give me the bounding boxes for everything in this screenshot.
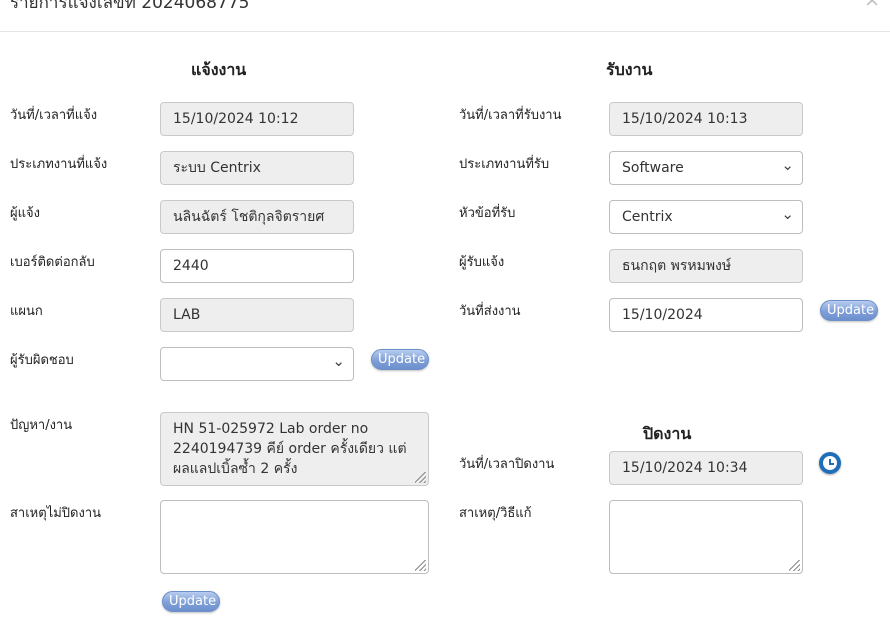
- clock-hand: [829, 463, 834, 465]
- unclosed-reason-update-button[interactable]: Update: [162, 591, 220, 612]
- receive-type-label: ประเภทงานที่รับ: [459, 157, 550, 172]
- receiver-field: ธนกฤต พรหมพงษ์: [609, 249, 803, 283]
- clock-icon[interactable]: [819, 452, 841, 474]
- resize-grip-icon[interactable]: [415, 472, 426, 483]
- report-type-field: ระบบ Centrix: [160, 151, 354, 185]
- reporter-field: นลินฉัตร์ โชติกุลจิตรายศ: [160, 200, 354, 234]
- resize-grip-icon[interactable]: [789, 560, 800, 571]
- modal-title: รายการแจ้งเลขที่ 2024068775: [10, 0, 250, 13]
- department-label: แผนก: [10, 304, 43, 319]
- receive-datetime-label: วันที่/เวลาที่รับงาน: [459, 108, 562, 123]
- problem-textarea[interactable]: HN 51-025972 Lab order no 2240194739 คีย…: [160, 412, 429, 486]
- receive-heading: รับงาน: [606, 60, 653, 79]
- topic-label: หัวข้อที่รับ: [459, 206, 516, 221]
- phone-input[interactable]: 2440: [160, 249, 354, 283]
- report-type-label: ประเภทงานที่แจ้ง: [10, 157, 108, 172]
- topic-value: Centrix: [622, 209, 673, 225]
- phone-label: เบอร์ติดต่อกลับ: [10, 255, 95, 270]
- close-datetime-field: 15/10/2024 10:34: [609, 451, 803, 485]
- unclosed-reason-label: สาเหตุไม่ปิดงาน: [10, 506, 102, 521]
- solution-label: สาเหตุ/วิธีแก้: [459, 506, 532, 521]
- solution-textarea[interactable]: [609, 500, 803, 574]
- close-icon[interactable]: ×: [864, 0, 880, 11]
- topic-select[interactable]: Centrix: [609, 200, 803, 234]
- report-heading: แจ้งงาน: [191, 60, 247, 79]
- problem-label: ปัญหา/งาน: [10, 418, 73, 433]
- problem-text: HN 51-025972 Lab order no 2240194739 คีย…: [173, 421, 407, 477]
- responsible-update-button[interactable]: Update: [371, 349, 429, 370]
- resize-grip-icon[interactable]: [415, 560, 426, 571]
- department-field: LAB: [160, 298, 354, 332]
- responsible-select[interactable]: [160, 347, 354, 381]
- send-date-label: วันที่ส่งงาน: [459, 304, 521, 319]
- receive-type-select[interactable]: Software: [609, 151, 803, 185]
- responsible-label: ผู้รับผิดชอบ: [10, 353, 74, 368]
- receiver-label: ผู้รับแจ้ง: [459, 255, 505, 270]
- send-date-update-button[interactable]: Update: [820, 300, 878, 321]
- report-datetime-field: 15/10/2024 10:12: [160, 102, 354, 136]
- header-divider: [0, 31, 890, 32]
- send-date-input[interactable]: 15/10/2024: [609, 298, 803, 332]
- unclosed-reason-textarea[interactable]: [160, 500, 429, 574]
- receive-type-value: Software: [622, 160, 684, 176]
- receive-datetime-field: 15/10/2024 10:13: [609, 102, 803, 136]
- close-heading: ปิดงาน: [643, 424, 692, 443]
- reporter-label: ผู้แจ้ง: [10, 206, 40, 221]
- report-datetime-label: วันที่/เวลาที่แจ้ง: [10, 108, 98, 123]
- close-datetime-label: วันที่/เวลาปิดงาน: [459, 457, 555, 472]
